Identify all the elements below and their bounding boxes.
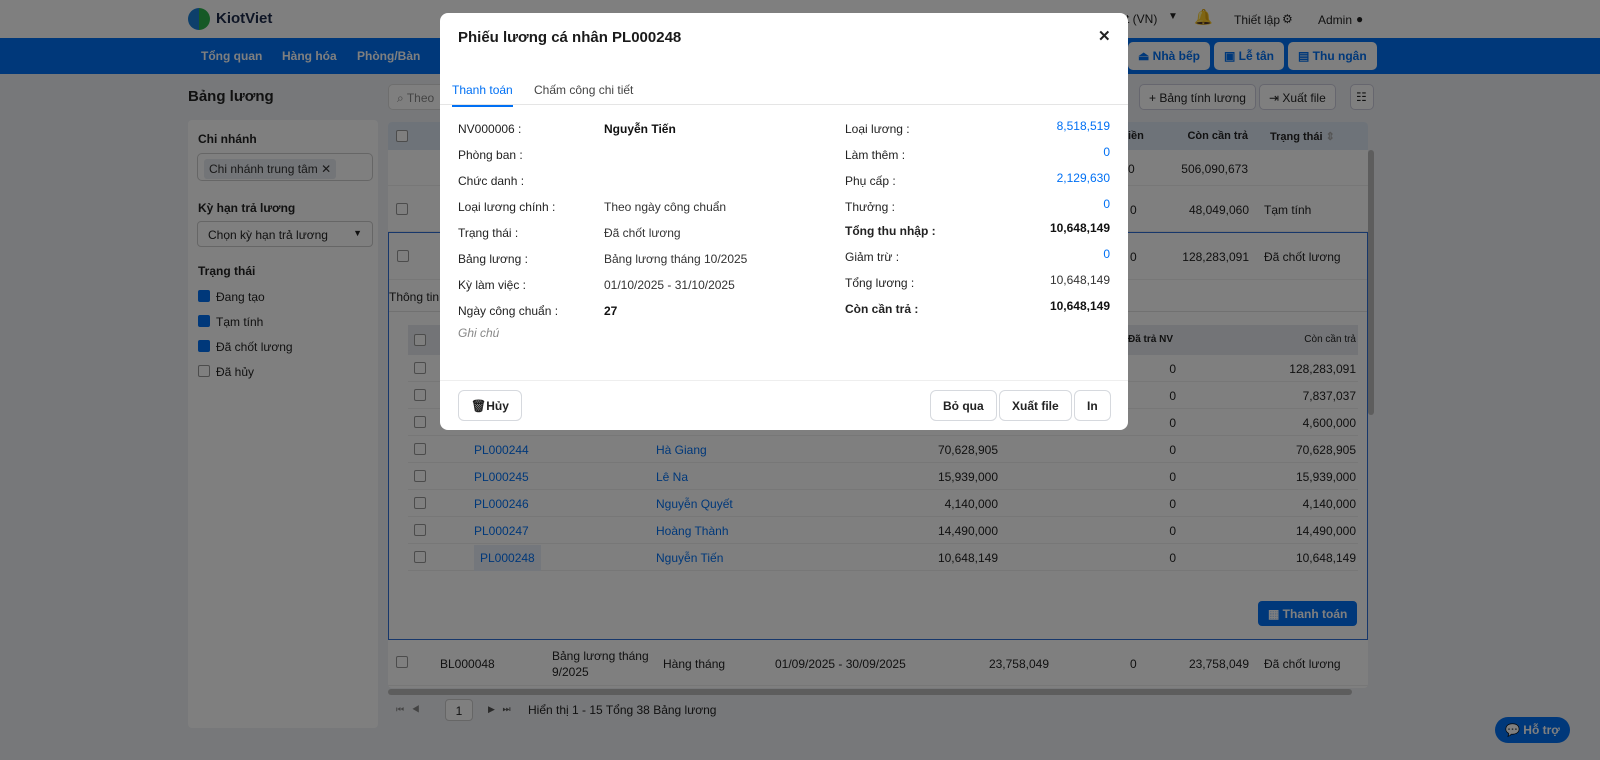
cancel-label: Hủy bbox=[486, 399, 509, 413]
field-label: Còn cần trả : bbox=[845, 302, 919, 316]
field-value: 27 bbox=[604, 304, 618, 318]
field-label: Tổng thu nhập : bbox=[845, 224, 936, 238]
amount-link[interactable]: 0 bbox=[1000, 145, 1110, 159]
amount-link[interactable]: 8,518,519 bbox=[1000, 119, 1110, 133]
amount-link[interactable]: 0 bbox=[1000, 247, 1110, 261]
divider bbox=[440, 380, 1128, 381]
field-value: Nguyễn Tiến bbox=[604, 122, 676, 136]
field-label: Thưởng : bbox=[845, 200, 895, 214]
field-label: Làm thêm : bbox=[845, 148, 906, 162]
field-label: NV000006 : bbox=[458, 122, 522, 136]
note-field[interactable]: Ghi chú bbox=[458, 326, 499, 340]
field-label: Tổng lương : bbox=[845, 276, 915, 290]
cancel-payslip-button[interactable]: 🗑Hủy bbox=[458, 390, 522, 421]
amount-value: 10,648,149 bbox=[1049, 221, 1110, 235]
field-label: Kỳ làm việc : bbox=[458, 278, 527, 292]
skip-button[interactable]: Bỏ qua bbox=[930, 390, 997, 421]
field-label: Trạng thái : bbox=[458, 226, 519, 240]
payslip-modal: Phiếu lương cá nhân PL000248 ✕ Thanh toá… bbox=[440, 13, 1128, 430]
field-label: Phụ cấp : bbox=[845, 174, 896, 188]
field-label: Giảm trừ : bbox=[845, 250, 900, 264]
modal-title: Phiếu lương cá nhân PL000248 bbox=[458, 29, 682, 46]
amount-value: 10,648,149 bbox=[1049, 299, 1110, 313]
trash-icon: 🗑 bbox=[471, 399, 487, 413]
divider bbox=[440, 104, 1128, 105]
field-label: Loại lương chính : bbox=[458, 200, 556, 214]
amount-value: 10,648,149 bbox=[1049, 273, 1110, 287]
field-value: Theo ngày công chuẩn bbox=[604, 200, 727, 214]
print-button[interactable]: In bbox=[1074, 390, 1111, 421]
export-file-button[interactable]: Xuất file bbox=[999, 390, 1072, 421]
amount-link[interactable]: 2,129,630 bbox=[1000, 171, 1110, 185]
amount-link[interactable]: 0 bbox=[1000, 197, 1110, 211]
field-value: Bảng lương tháng 10/2025 bbox=[604, 252, 748, 266]
field-label: Ngày công chuẩn : bbox=[458, 304, 559, 318]
tab-timesheet[interactable]: Chấm công chi tiết bbox=[534, 83, 633, 97]
field-value: 01/10/2025 - 31/10/2025 bbox=[604, 278, 735, 292]
field-label: Chức danh : bbox=[458, 174, 525, 188]
field-label: Loại lương : bbox=[845, 122, 910, 136]
field-label: Phòng ban : bbox=[458, 148, 523, 162]
field-label: Bảng lương : bbox=[458, 252, 528, 266]
field-value: Đã chốt lương bbox=[604, 226, 681, 240]
close-icon[interactable]: ✕ bbox=[1098, 27, 1111, 45]
